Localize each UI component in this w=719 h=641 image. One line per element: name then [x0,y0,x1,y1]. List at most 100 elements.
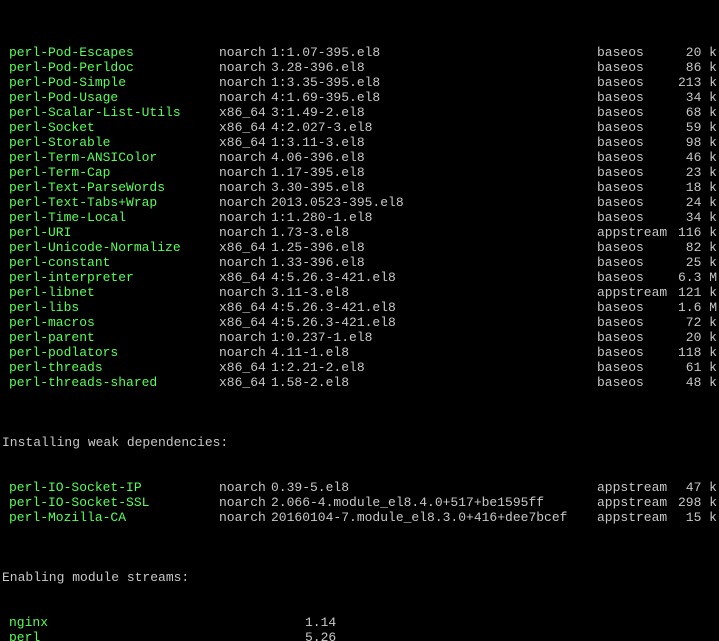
package-name: perl-URI [2,225,219,240]
package-repo: baseos [597,45,669,60]
package-size: 298 k [669,495,717,510]
package-version: 3.11-3.el8 [271,285,597,300]
package-size: 34 k [669,90,717,105]
package-size: 24 k [669,195,717,210]
package-version: 0.39-5.el8 [271,480,597,495]
package-arch: noarch [219,45,271,60]
package-arch: x86_64 [219,315,271,330]
package-repo: baseos [597,180,669,195]
package-version: 1.58-2.el8 [271,375,597,390]
package-version: 4:1.69-395.el8 [271,90,597,105]
package-version: 4:5.26.3-421.el8 [271,315,597,330]
package-version: 1:3.11-3.el8 [271,135,597,150]
package-repo: baseos [597,210,669,225]
package-repo: baseos [597,150,669,165]
package-arch: noarch [219,225,271,240]
package-row: perl-threadsx86_641:2.21-2.el8baseos61 k [2,360,717,375]
package-name: perl-Unicode-Normalize [2,240,219,255]
package-arch: x86_64 [219,270,271,285]
package-size: 6.3 M [669,270,717,285]
package-name: perl-threads [2,360,219,375]
package-arch: noarch [219,255,271,270]
package-name: perl-libs [2,300,219,315]
package-version: 1:1.07-395.el8 [271,45,597,60]
package-repo: baseos [597,165,669,180]
package-row: perl-Pod-Perldocnoarch3.28-396.el8baseos… [2,60,717,75]
package-size: 46 k [669,150,717,165]
module-version: 5.26 [305,630,717,641]
package-repo: baseos [597,360,669,375]
package-row: perl-IO-Socket-SSLnoarch2.066-4.module_e… [2,495,717,510]
package-row: perl-libsx86_644:5.26.3-421.el8baseos1.6… [2,300,717,315]
package-name: perl-Term-ANSIColor [2,150,219,165]
package-name: perl-parent [2,330,219,345]
package-repo: appstream [597,480,669,495]
module-row: perl5.26 [2,630,717,641]
package-row: perl-parentnoarch1:0.237-1.el8baseos20 k [2,330,717,345]
package-row: perl-libnetnoarch3.11-3.el8appstream121 … [2,285,717,300]
package-version: 1.25-396.el8 [271,240,597,255]
package-row: perl-Text-ParseWordsnoarch3.30-395.el8ba… [2,180,717,195]
section-weak-deps: Installing weak dependencies: [2,435,717,450]
package-version: 2013.0523-395.el8 [271,195,597,210]
package-size: 116 k [669,225,717,240]
package-version: 3.28-396.el8 [271,60,597,75]
package-arch: x86_64 [219,360,271,375]
package-arch: x86_64 [219,120,271,135]
package-version: 3:1.49-2.el8 [271,105,597,120]
package-row: perl-Pod-Simplenoarch1:3.35-395.el8baseo… [2,75,717,90]
package-name: perl-Text-Tabs+Wrap [2,195,219,210]
package-size: 20 k [669,330,717,345]
package-version: 4:5.26.3-421.el8 [271,300,597,315]
package-arch: noarch [219,285,271,300]
package-row: perl-URInoarch1.73-3.el8appstream116 k [2,225,717,240]
package-size: 15 k [669,510,717,525]
module-version: 1.14 [305,615,717,630]
package-version: 1.17-395.el8 [271,165,597,180]
package-repo: appstream [597,495,669,510]
package-arch: noarch [219,210,271,225]
package-arch: x86_64 [219,375,271,390]
package-row: perl-Text-Tabs+Wrapnoarch2013.0523-395.e… [2,195,717,210]
package-size: 20 k [669,45,717,60]
package-row: perl-Mozilla-CAnoarch20160104-7.module_e… [2,510,717,525]
package-row: perl-interpreterx86_644:5.26.3-421.el8ba… [2,270,717,285]
package-name: perl-Scalar-List-Utils [2,105,219,120]
package-repo: baseos [597,195,669,210]
package-arch: x86_64 [219,105,271,120]
package-row: perl-IO-Socket-IPnoarch0.39-5.el8appstre… [2,480,717,495]
module-row: nginx1.14 [2,615,717,630]
package-arch: noarch [219,90,271,105]
package-row: perl-Term-ANSIColornoarch4.06-396.el8bas… [2,150,717,165]
package-row: perl-Socketx86_644:2.027-3.el8baseos59 k [2,120,717,135]
package-name: perl-Pod-Perldoc [2,60,219,75]
package-size: 118 k [669,345,717,360]
package-row: perl-Unicode-Normalizex86_641.25-396.el8… [2,240,717,255]
package-arch: noarch [219,480,271,495]
package-size: 1.6 M [669,300,717,315]
package-name: perl-Mozilla-CA [2,510,219,525]
package-arch: noarch [219,345,271,360]
package-version: 1.73-3.el8 [271,225,597,240]
package-row: perl-podlatorsnoarch4.11-1.el8baseos118 … [2,345,717,360]
package-repo: baseos [597,240,669,255]
package-version: 4.06-396.el8 [271,150,597,165]
package-repo: baseos [597,270,669,285]
package-size: 23 k [669,165,717,180]
package-repo: appstream [597,510,669,525]
package-name: perl-Text-ParseWords [2,180,219,195]
package-repo: appstream [597,225,669,240]
package-repo: baseos [597,105,669,120]
package-size: 47 k [669,480,717,495]
package-row: perl-threads-sharedx86_641.58-2.el8baseo… [2,375,717,390]
package-size: 59 k [669,120,717,135]
module-name: nginx [2,615,305,630]
package-name: perl-Term-Cap [2,165,219,180]
package-size: 213 k [669,75,717,90]
package-size: 98 k [669,135,717,150]
package-version: 20160104-7.module_el8.3.0+416+dee7bcef [271,510,597,525]
package-version: 4:5.26.3-421.el8 [271,270,597,285]
package-version: 3.30-395.el8 [271,180,597,195]
package-size: 72 k [669,315,717,330]
package-row: perl-Storablex86_641:3.11-3.el8baseos98 … [2,135,717,150]
